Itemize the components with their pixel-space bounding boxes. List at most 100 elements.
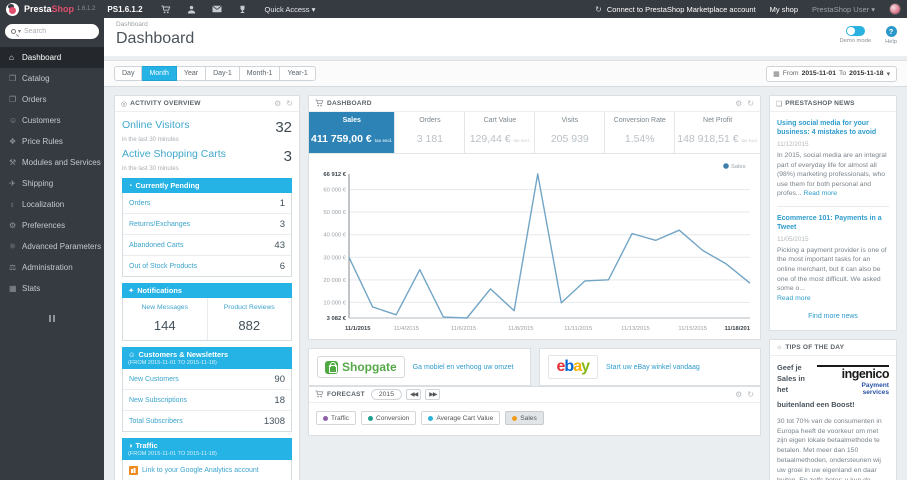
sidebar-item-preferences[interactable]: ⚙ Preferences: [0, 215, 104, 236]
pending-out-of-stock-link[interactable]: Out of Stock Products: [129, 263, 197, 270]
active-carts-value: 3: [283, 148, 292, 165]
trophy-icon[interactable]: [238, 5, 247, 14]
pending-abandoned-carts-link[interactable]: Abandoned Carts: [129, 242, 183, 249]
mail-icon[interactable]: [212, 5, 222, 13]
sidebar-item-localization[interactable]: ♁ Localization: [0, 194, 104, 215]
forecast-avg-cart-toggle[interactable]: Average Cart Value: [421, 411, 501, 425]
shopgate-logo: Shopgate: [317, 356, 405, 378]
date-range-picker[interactable]: ▦ From 2015-11-01 To 2015-11-18 ▾: [766, 65, 897, 82]
next-year-button[interactable]: ▶▶: [425, 389, 441, 400]
quick-access-menu[interactable]: Quick Access ▾: [265, 5, 316, 14]
shopgate-link[interactable]: Ga mobiel en verhoog uw omzet: [413, 364, 514, 371]
find-more-news-link[interactable]: Find more news: [777, 313, 889, 320]
read-more-link[interactable]: Read more: [777, 295, 811, 302]
panel-settings-icon[interactable]: ⚙: [735, 390, 742, 399]
kpi-sales[interactable]: Sales 411 759,00 € tax excl.: [309, 112, 395, 153]
kpi-conversion-rate[interactable]: Conversion Rate 1.54%: [604, 112, 674, 153]
brand-name: PrestaShop: [24, 4, 75, 14]
user-avatar[interactable]: [889, 3, 901, 15]
svg-text:10 000 €: 10 000 €: [323, 300, 346, 306]
customers-row: Total Subscribers 1308: [129, 415, 285, 427]
forecast-sales-toggle[interactable]: Sales: [505, 411, 544, 425]
ebay-banner: ebay Start uw eBay winkel vandaag: [538, 348, 761, 386]
new-messages-link[interactable]: New Messages: [125, 304, 205, 311]
sidebar: ▾ ⌂Dashboard ❒Catalog ❐Orders ☺Customers…: [0, 18, 104, 480]
help-button[interactable]: ?: [885, 26, 897, 37]
forecast-conversion-toggle[interactable]: Conversion: [360, 411, 417, 425]
forecast-traffic-toggle[interactable]: Traffic: [316, 411, 356, 425]
kpi-visits[interactable]: Visits 205 939: [534, 112, 604, 153]
breadcrumb[interactable]: Dashboard: [116, 21, 897, 28]
sidebar-item-stats[interactable]: ▦ Stats: [0, 278, 104, 299]
sidebar-item-price-rules[interactable]: ❖ Price Rules: [0, 131, 104, 152]
stats-icon: ▦: [9, 284, 17, 293]
panel-refresh-icon[interactable]: ↻: [747, 390, 754, 399]
online-visitors-link[interactable]: Online Visitors: [122, 119, 190, 131]
sidebar-collapse-button[interactable]: [0, 309, 104, 327]
online-visitors-value: 32: [275, 119, 292, 136]
period-year-button[interactable]: Year: [176, 66, 207, 81]
sidebar-item-administration[interactable]: ⚖ Administration: [0, 257, 104, 278]
previous-year-button[interactable]: ◀◀: [406, 389, 422, 400]
sidebar-item-shipping[interactable]: ✈ Shipping: [0, 173, 104, 194]
period-year-1-button[interactable]: Year-1: [280, 66, 316, 81]
help-label: Help: [885, 39, 897, 45]
currently-pending-header: ◔ Currently Pending: [122, 178, 292, 193]
forecast-year-label: 2015: [370, 389, 402, 400]
period-day-button[interactable]: Day: [114, 66, 143, 81]
cart-icon[interactable]: [161, 5, 171, 14]
new-subscriptions-link[interactable]: New Subscriptions: [129, 397, 187, 404]
panel-settings-icon[interactable]: ⚙: [274, 99, 281, 108]
demo-mode-toggle[interactable]: [845, 26, 865, 36]
customer-icon[interactable]: [187, 5, 196, 14]
panel-refresh-icon[interactable]: ↻: [286, 99, 293, 108]
new-customers-link[interactable]: New Customers: [129, 376, 179, 383]
search-input[interactable]: [24, 28, 93, 35]
kpi-orders[interactable]: Orders 3 181: [394, 112, 464, 153]
kpi-cart-value[interactable]: Cart Value 129,44 € tax excl.: [464, 112, 534, 153]
svg-text:3 082 €: 3 082 €: [327, 316, 347, 322]
period-month-1-button[interactable]: Month-1: [239, 66, 281, 81]
prestashop-logo[interactable]: [6, 2, 19, 16]
notifications-header: ✦ Notifications: [122, 283, 292, 298]
svg-text:40 000 €: 40 000 €: [323, 233, 346, 239]
shopping-bag-icon: [325, 360, 338, 374]
home-icon: ⌂: [9, 53, 14, 62]
svg-text:11/1/2015: 11/1/2015: [345, 326, 371, 332]
marketplace-link[interactable]: Connect to PrestaShop Marketplace accoun…: [607, 5, 756, 14]
tips-panel-title: TIPS OF THE DAY: [785, 344, 845, 352]
read-more-link[interactable]: Read more: [803, 190, 837, 197]
pending-orders-link[interactable]: Orders: [129, 200, 150, 207]
panel-settings-icon[interactable]: ⚙: [735, 99, 742, 108]
sidebar-item-orders[interactable]: ❐ Orders: [0, 89, 104, 110]
main-content: Dashboard Dashboard Demo mode ? Help Day…: [104, 18, 907, 480]
total-subscribers-link[interactable]: Total Subscribers: [129, 418, 183, 425]
customers-newsletters-header: ☺ Customers & Newsletters (FROM 2015-11-01…: [122, 347, 292, 369]
sidebar-item-modules[interactable]: ⚒ Modules and Services: [0, 152, 104, 173]
sidebar-item-dashboard[interactable]: ⌂ Dashboard: [0, 47, 104, 68]
panel-refresh-icon[interactable]: ↻: [747, 99, 754, 108]
news-article-title[interactable]: Using social media for your business: 4 …: [777, 119, 889, 137]
product-reviews-link[interactable]: Product Reviews: [210, 304, 290, 311]
avg-cart-dot-icon: [428, 415, 434, 421]
user-menu[interactable]: PrestaShop User ▾: [812, 5, 875, 14]
pending-returns-link[interactable]: Returns/Exchanges: [129, 221, 190, 228]
sidebar-item-advanced-parameters[interactable]: ⚛ Advanced Parameters: [0, 236, 104, 257]
tips-body-text: 30 tot 70% van de consumenten in Europa …: [777, 417, 882, 480]
activity-icon: ◎: [121, 100, 128, 108]
sidebar-search[interactable]: ▾: [5, 24, 99, 39]
news-article-title[interactable]: Ecommerce 101: Payments in a Tweet: [777, 214, 889, 232]
kpi-net-profit[interactable]: Net Profit 148 918,51 € tax excl.: [674, 112, 760, 153]
pending-row: Out of Stock Products 6: [129, 260, 285, 272]
svg-text:Sales: Sales: [731, 164, 746, 170]
sidebar-item-customers[interactable]: ☺ Customers: [0, 110, 104, 131]
search-scope-caret-icon[interactable]: ▾: [18, 28, 21, 35]
period-day-1-button[interactable]: Day-1: [206, 66, 240, 81]
ebay-link[interactable]: Start uw eBay winkel vandaag: [606, 364, 700, 371]
period-month-button[interactable]: Month: [142, 66, 177, 81]
my-shop-link[interactable]: My shop: [770, 5, 798, 14]
active-carts-link[interactable]: Active Shopping Carts: [122, 148, 226, 160]
svg-text:11/4/2015: 11/4/2015: [394, 326, 419, 332]
google-analytics-link[interactable]: Link to your Google Analytics account: [142, 467, 259, 474]
sidebar-item-catalog[interactable]: ❒ Catalog: [0, 68, 104, 89]
